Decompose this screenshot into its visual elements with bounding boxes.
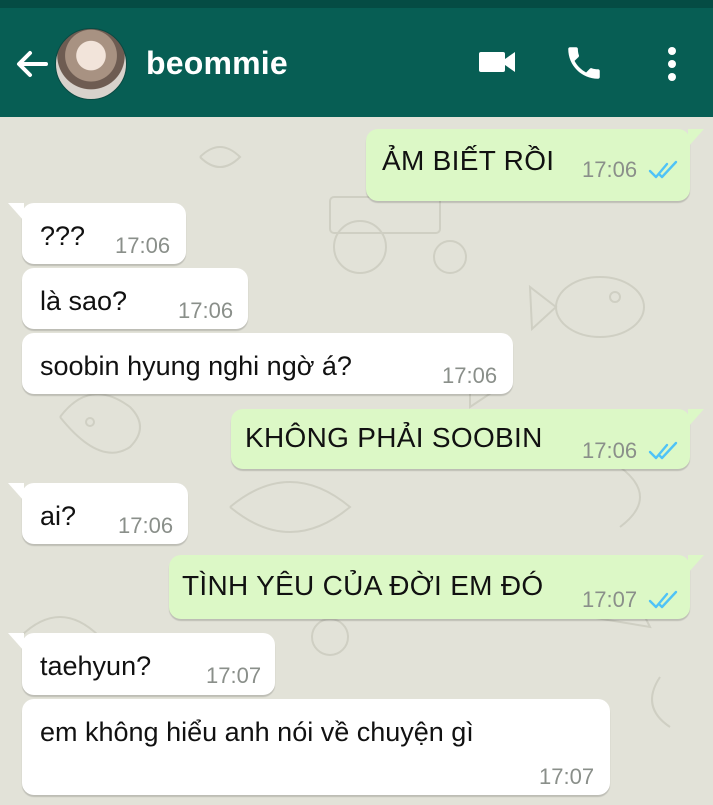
read-ticks-icon: [648, 441, 678, 460]
message-text: TÌNH YÊU CỦA ĐỜI EM ĐÓ: [182, 570, 544, 601]
message-time: 17:07: [582, 587, 638, 612]
message-bubble-outgoing[interactable]: TÌNH YÊU CỦA ĐỜI EM ĐÓ 17:07: [169, 555, 704, 619]
message-time: 17:06: [115, 233, 171, 258]
message-time: 17:07: [539, 764, 595, 789]
message-text: là sao?: [40, 286, 128, 316]
bubble-tail: [8, 633, 24, 651]
message-bubble-incoming[interactable]: là sao? 17:06: [22, 268, 248, 329]
avatar[interactable]: [55, 28, 127, 100]
message-text: ???: [40, 221, 86, 251]
message-bubble-incoming[interactable]: ai? 17:06: [8, 483, 188, 544]
voice-call-icon[interactable]: [563, 42, 605, 84]
message-bubble-incoming[interactable]: taehyun? 17:07: [8, 633, 275, 695]
message-text: soobin hyung nghi ngờ á?: [40, 351, 352, 381]
bubble-tail: [688, 129, 704, 147]
message-bubble-outgoing[interactable]: KHÔNG PHẢI SOOBIN 17:06: [231, 409, 704, 469]
bubble-tail: [8, 483, 24, 501]
message-bubble-incoming[interactable]: em không hiểu anh nói về chuyện gì 17:07: [22, 699, 610, 795]
message-time: 17:06: [178, 298, 234, 323]
chat-area[interactable]: ẢM BIẾT RỒI 17:06 ??? 17:06 là sao? 17:0…: [0, 117, 713, 805]
video-call-icon[interactable]: [477, 46, 517, 78]
message-text: ai?: [40, 501, 77, 531]
message-text: taehyun?: [40, 651, 152, 681]
message-bubble-incoming[interactable]: soobin hyung nghi ngờ á? 17:06: [22, 333, 513, 394]
status-bar: [0, 0, 713, 8]
read-ticks-icon: [648, 590, 678, 609]
bubble-tail: [688, 555, 704, 573]
more-options-icon[interactable]: [660, 44, 684, 84]
read-ticks-icon: [648, 160, 678, 179]
contact-name[interactable]: beommie: [146, 45, 288, 82]
message-text: em không hiểu anh nói về chuyện gì: [40, 717, 474, 747]
message-text: KHÔNG PHẢI SOOBIN: [245, 422, 543, 453]
message-time: 17:07: [206, 663, 262, 688]
message-time: 17:06: [582, 157, 638, 182]
bubble-tail: [688, 409, 704, 427]
message-bubble-incoming[interactable]: ??? 17:06: [8, 203, 186, 264]
message-time: 17:06: [442, 363, 498, 388]
message-text: ẢM BIẾT RỒI: [382, 145, 555, 176]
message-time: 17:06: [118, 513, 174, 538]
back-arrow-icon[interactable]: [12, 44, 52, 84]
message-bubble-outgoing[interactable]: ẢM BIẾT RỒI 17:06: [366, 129, 704, 201]
bubble-tail: [8, 203, 24, 221]
message-time: 17:06: [582, 438, 638, 463]
chat-header: beommie: [0, 0, 713, 117]
